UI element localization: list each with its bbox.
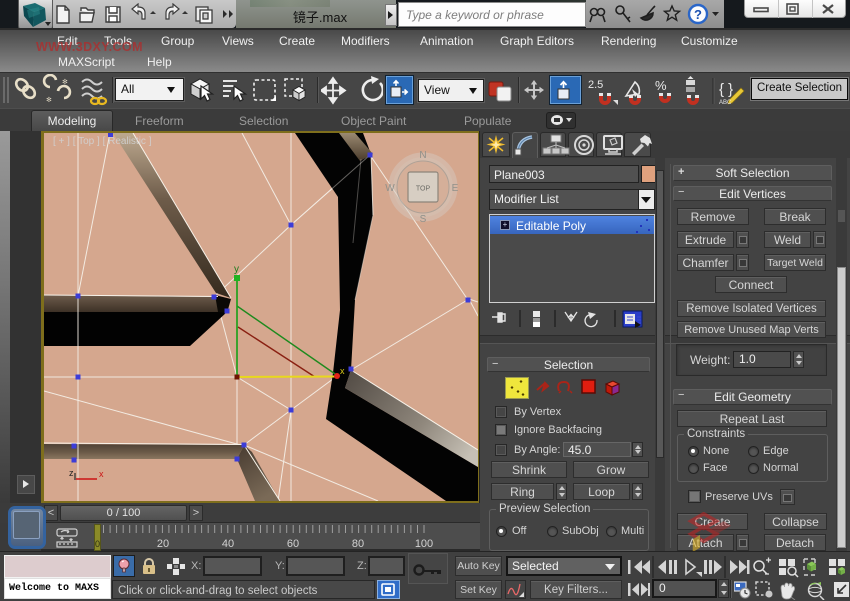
svg-text:[ + ] [ Top ] [ Realistic ]: [ + ] [ Top ] [ Realistic ] bbox=[53, 136, 152, 147]
svg-text:20: 20 bbox=[157, 538, 169, 550]
svg-text:2.5: 2.5 bbox=[588, 79, 603, 91]
svg-text:W: W bbox=[385, 183, 395, 194]
svg-text:60: 60 bbox=[287, 538, 299, 550]
svg-text:E: E bbox=[452, 183, 459, 194]
svg-text:✻: ✻ bbox=[62, 78, 68, 86]
svg-text:N: N bbox=[419, 150, 426, 161]
svg-text:40: 40 bbox=[222, 538, 234, 550]
svg-text:x: x bbox=[99, 469, 104, 479]
svg-text:S: S bbox=[420, 214, 427, 225]
svg-text:z: z bbox=[69, 468, 74, 478]
svg-text:y: y bbox=[234, 264, 239, 275]
svg-text:{ }: { } bbox=[719, 81, 733, 98]
svg-text:%: % bbox=[655, 78, 667, 93]
svg-text:ABC: ABC bbox=[719, 100, 732, 106]
svg-text:TOP: TOP bbox=[416, 186, 431, 193]
svg-text:x: x bbox=[340, 366, 345, 376]
svg-text:100: 100 bbox=[415, 538, 433, 550]
svg-text:80: 80 bbox=[352, 538, 364, 550]
svg-text:?: ? bbox=[694, 7, 702, 22]
svg-text:✻: ✻ bbox=[46, 96, 52, 104]
